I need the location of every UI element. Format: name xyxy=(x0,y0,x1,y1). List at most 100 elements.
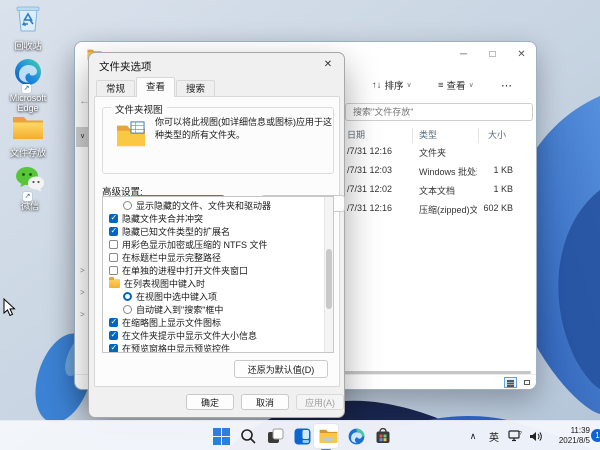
sort-label: 排序 xyxy=(385,78,404,92)
more-options-button[interactable]: ⋯ xyxy=(501,75,512,95)
view-tab-page: 文件夹视图 你可以将此视图(如详细信息或图标)应用于这种类型的所有文件夹。 应用… xyxy=(94,96,340,387)
list-item-label: 自动键入到"搜索"框中 xyxy=(136,303,223,316)
desktop-icon-folder[interactable]: 文件存放 xyxy=(0,114,56,158)
widgets-icon xyxy=(294,428,311,445)
hamburger-icon: ≡ xyxy=(438,80,444,91)
list-item[interactable]: 在列表视图中键入时 xyxy=(103,277,333,290)
list-item[interactable]: 在视图中选中键入项 xyxy=(103,290,333,303)
checkbox-checked-icon[interactable] xyxy=(109,214,118,223)
checkbox-checked-icon[interactable] xyxy=(109,331,118,340)
folder-view-description: 你可以将此视图(如详细信息或图标)应用于这种类型的所有文件夹。 xyxy=(155,116,333,141)
file-date: /7/31 12:16 xyxy=(347,203,392,213)
volume-icon[interactable] xyxy=(527,421,543,450)
list-item[interactable]: 在文件夹提示中显示文件大小信息 xyxy=(103,329,333,342)
radio-checked-icon[interactable] xyxy=(123,292,132,301)
list-item-label: 在文件夹提示中显示文件大小信息 xyxy=(122,329,257,342)
shortcut-arrow-icon: ↗ xyxy=(22,84,31,93)
file-date: /7/31 12:16 xyxy=(347,146,392,156)
network-icon[interactable]: ? xyxy=(507,421,523,450)
desktop-icon-label: Microsoft Edge xyxy=(0,93,56,113)
column-header-type[interactable]: 类型 xyxy=(419,128,437,141)
search-input[interactable]: 搜索"文件存放" xyxy=(345,103,533,121)
desktop-icon-wechat[interactable]: ↗ 微信 xyxy=(2,166,58,211)
desktop-icon-label: 回收站 xyxy=(14,41,41,51)
list-item[interactable]: 在缩略图上显示文件图标 xyxy=(103,316,333,329)
tab-view[interactable]: 查看 xyxy=(136,77,175,97)
edge-button[interactable] xyxy=(344,424,368,448)
large-icons-view-button[interactable] xyxy=(520,377,533,388)
list-item[interactable]: 隐藏文件夹合并冲突 xyxy=(103,212,333,225)
desktop-icon-recycle-bin[interactable]: 回收站 xyxy=(0,4,56,51)
checkbox-unchecked-icon[interactable] xyxy=(109,253,118,262)
file-date: /7/31 12:02 xyxy=(347,184,392,194)
list-item[interactable]: 隐藏已知文件类型的扩展名 xyxy=(103,225,333,238)
task-view-icon xyxy=(267,428,284,445)
list-item[interactable]: 在标题栏中显示完整路径 xyxy=(103,251,333,264)
radio-unchecked-icon[interactable] xyxy=(123,201,132,210)
widgets-button[interactable] xyxy=(290,424,314,448)
list-item[interactable]: 在预览窗格中显示预览控件 xyxy=(103,342,333,353)
checkbox-checked-icon[interactable] xyxy=(109,227,118,236)
list-item[interactable]: 自动键入到"搜索"框中 xyxy=(103,303,333,316)
sort-button[interactable]: ↑↓ 排序 ∨ xyxy=(372,75,412,95)
tray-date: 2021/8/5 xyxy=(550,436,590,446)
restore-defaults-button[interactable]: 还原为默认值(D) xyxy=(234,360,328,378)
dialog-close-button[interactable]: ✕ xyxy=(320,57,336,73)
list-item[interactable]: 显示隐藏的文件、文件夹和驱动器 xyxy=(103,199,333,212)
desktop: 回收站 ↗ Microsoft Edge xyxy=(0,0,600,450)
list-item-label: 隐藏已知文件类型的扩展名 xyxy=(122,225,230,238)
file-size: 1 KB xyxy=(455,165,513,175)
checkbox-unchecked-icon[interactable] xyxy=(109,240,118,249)
tray-expand-button[interactable]: ∧ xyxy=(466,421,480,450)
view-button[interactable]: ≡ 查看 ∨ xyxy=(438,75,474,95)
column-separator[interactable] xyxy=(412,128,413,143)
clock[interactable]: 11:39 2021/8/5 xyxy=(550,426,590,445)
list-item-label: 显示隐藏的文件、文件夹和驱动器 xyxy=(136,199,271,212)
list-item[interactable]: 用彩色显示加密或压缩的 NTFS 文件 xyxy=(103,238,333,251)
tree-expand-icon[interactable]: > xyxy=(80,310,85,319)
ellipsis-icon: ⋯ xyxy=(501,79,512,92)
cancel-button[interactable]: 取消 xyxy=(241,394,289,410)
microsoft-store-icon xyxy=(375,428,391,444)
store-button[interactable] xyxy=(371,424,395,448)
folder-view-groupbox: 文件夹视图 你可以将此视图(如详细信息或图标)应用于这种类型的所有文件夹。 应用… xyxy=(102,107,334,174)
list-scrollbar-thumb[interactable] xyxy=(326,249,332,309)
desktop-icon-edge[interactable]: ↗ Microsoft Edge xyxy=(0,58,56,113)
tab-general[interactable]: 常规 xyxy=(96,80,135,97)
column-separator[interactable] xyxy=(478,128,479,143)
maximize-button[interactable]: □ xyxy=(478,42,507,68)
list-item[interactable]: 在单独的进程中打开文件夹窗口 xyxy=(103,264,333,277)
checkbox-checked-icon[interactable] xyxy=(109,318,118,327)
ok-button[interactable]: 确定 xyxy=(186,394,234,410)
apply-button[interactable]: 应用(A) xyxy=(296,394,344,410)
column-header-date[interactable]: 日期 xyxy=(347,128,365,141)
radio-unchecked-icon[interactable] xyxy=(123,305,132,314)
ime-indicator[interactable]: 英 xyxy=(486,421,502,450)
start-button[interactable] xyxy=(209,424,233,448)
close-button[interactable]: ✕ xyxy=(507,42,536,68)
list-scrollbar[interactable] xyxy=(324,197,333,352)
checkbox-checked-icon[interactable] xyxy=(109,344,118,353)
tree-expand-icon[interactable]: > xyxy=(80,288,85,297)
tray-time: 11:39 xyxy=(550,426,590,436)
task-view-button[interactable] xyxy=(263,424,287,448)
file-explorer-button[interactable] xyxy=(316,424,340,448)
recycle-bin-icon xyxy=(13,4,43,39)
minimize-button[interactable]: ─ xyxy=(449,42,478,68)
chevron-down-icon: ∨ xyxy=(469,81,474,89)
file-explorer-icon xyxy=(319,428,338,444)
checkbox-unchecked-icon[interactable] xyxy=(109,266,118,275)
list-item-label: 在列表视图中键入时 xyxy=(124,277,205,290)
search-button[interactable] xyxy=(236,424,260,448)
svg-text:?: ? xyxy=(519,431,522,437)
tree-expand-icon[interactable]: > xyxy=(80,266,85,275)
tab-search[interactable]: 搜索 xyxy=(176,80,215,97)
details-view-button[interactable] xyxy=(504,377,517,388)
notification-badge[interactable]: 1 xyxy=(591,429,600,442)
desktop-icon-label: 微信 xyxy=(21,201,39,211)
column-header-size[interactable]: 大小 xyxy=(488,128,506,141)
file-size: 1 KB xyxy=(455,184,513,194)
list-item-label: 隐藏文件夹合并冲突 xyxy=(122,212,203,225)
windows-logo-icon xyxy=(213,428,230,445)
view-label: 查看 xyxy=(447,78,466,92)
